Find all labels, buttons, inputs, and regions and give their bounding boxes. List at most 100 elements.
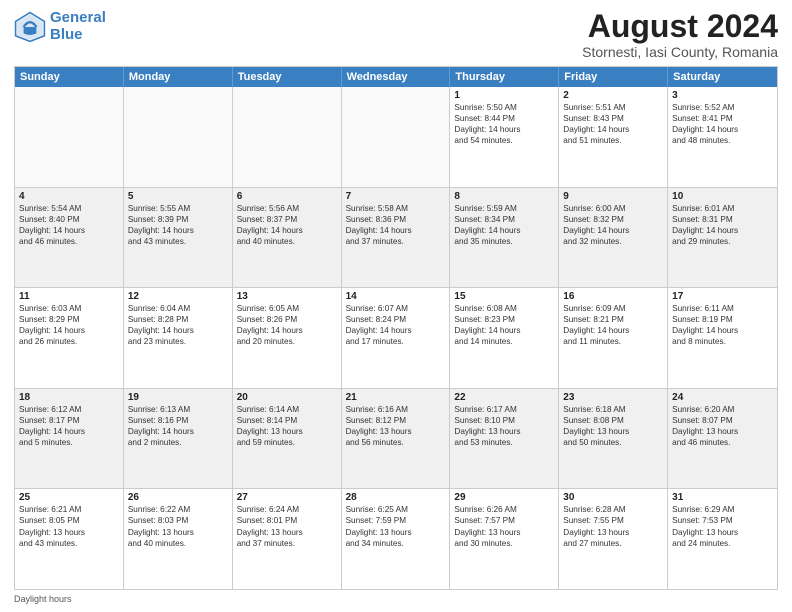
day-number: 15	[454, 291, 554, 302]
calendar-body: 1Sunrise: 5:50 AM Sunset: 8:44 PM Daylig…	[15, 87, 777, 589]
footer-note: Daylight hours	[14, 594, 778, 604]
day-number: 8	[454, 191, 554, 202]
day-cell-7: 7Sunrise: 5:58 AM Sunset: 8:36 PM Daylig…	[342, 188, 451, 288]
empty-cell	[342, 87, 451, 187]
day-info: Sunrise: 6:11 AM Sunset: 8:19 PM Dayligh…	[672, 303, 773, 347]
day-number: 18	[19, 392, 119, 403]
day-cell-18: 18Sunrise: 6:12 AM Sunset: 8:17 PM Dayli…	[15, 389, 124, 489]
day-cell-14: 14Sunrise: 6:07 AM Sunset: 8:24 PM Dayli…	[342, 288, 451, 388]
day-cell-11: 11Sunrise: 6:03 AM Sunset: 8:29 PM Dayli…	[15, 288, 124, 388]
day-number: 30	[563, 492, 663, 503]
empty-cell	[124, 87, 233, 187]
day-number: 27	[237, 492, 337, 503]
day-number: 23	[563, 392, 663, 403]
day-header-tuesday: Tuesday	[233, 67, 342, 87]
calendar-week-3: 11Sunrise: 6:03 AM Sunset: 8:29 PM Dayli…	[15, 287, 777, 388]
day-cell-31: 31Sunrise: 6:29 AM Sunset: 7:53 PM Dayli…	[668, 489, 777, 589]
day-info: Sunrise: 5:56 AM Sunset: 8:37 PM Dayligh…	[237, 203, 337, 247]
day-cell-20: 20Sunrise: 6:14 AM Sunset: 8:14 PM Dayli…	[233, 389, 342, 489]
day-cell-16: 16Sunrise: 6:09 AM Sunset: 8:21 PM Dayli…	[559, 288, 668, 388]
day-number: 28	[346, 492, 446, 503]
day-cell-2: 2Sunrise: 5:51 AM Sunset: 8:43 PM Daylig…	[559, 87, 668, 187]
day-info: Sunrise: 6:21 AM Sunset: 8:05 PM Dayligh…	[19, 504, 119, 548]
day-info: Sunrise: 6:07 AM Sunset: 8:24 PM Dayligh…	[346, 303, 446, 347]
day-info: Sunrise: 6:01 AM Sunset: 8:31 PM Dayligh…	[672, 203, 773, 247]
day-cell-8: 8Sunrise: 5:59 AM Sunset: 8:34 PM Daylig…	[450, 188, 559, 288]
calendar: SundayMondayTuesdayWednesdayThursdayFrid…	[14, 66, 778, 590]
day-number: 26	[128, 492, 228, 503]
day-number: 11	[19, 291, 119, 302]
calendar-header: SundayMondayTuesdayWednesdayThursdayFrid…	[15, 67, 777, 87]
logo-text: General Blue	[50, 10, 106, 43]
day-number: 20	[237, 392, 337, 403]
day-number: 22	[454, 392, 554, 403]
day-cell-22: 22Sunrise: 6:17 AM Sunset: 8:10 PM Dayli…	[450, 389, 559, 489]
day-cell-17: 17Sunrise: 6:11 AM Sunset: 8:19 PM Dayli…	[668, 288, 777, 388]
day-cell-30: 30Sunrise: 6:28 AM Sunset: 7:55 PM Dayli…	[559, 489, 668, 589]
day-number: 5	[128, 191, 228, 202]
day-cell-23: 23Sunrise: 6:18 AM Sunset: 8:08 PM Dayli…	[559, 389, 668, 489]
day-info: Sunrise: 6:22 AM Sunset: 8:03 PM Dayligh…	[128, 504, 228, 548]
calendar-week-1: 1Sunrise: 5:50 AM Sunset: 8:44 PM Daylig…	[15, 87, 777, 187]
empty-cell	[233, 87, 342, 187]
day-number: 19	[128, 392, 228, 403]
sub-title: Stornesti, Iasi County, Romania	[582, 44, 778, 60]
day-info: Sunrise: 6:04 AM Sunset: 8:28 PM Dayligh…	[128, 303, 228, 347]
day-number: 25	[19, 492, 119, 503]
day-cell-3: 3Sunrise: 5:52 AM Sunset: 8:41 PM Daylig…	[668, 87, 777, 187]
day-info: Sunrise: 6:13 AM Sunset: 8:16 PM Dayligh…	[128, 404, 228, 448]
title-block: August 2024 Stornesti, Iasi County, Roma…	[582, 10, 778, 60]
day-info: Sunrise: 6:14 AM Sunset: 8:14 PM Dayligh…	[237, 404, 337, 448]
day-cell-9: 9Sunrise: 6:00 AM Sunset: 8:32 PM Daylig…	[559, 188, 668, 288]
day-cell-26: 26Sunrise: 6:22 AM Sunset: 8:03 PM Dayli…	[124, 489, 233, 589]
day-cell-5: 5Sunrise: 5:55 AM Sunset: 8:39 PM Daylig…	[124, 188, 233, 288]
day-info: Sunrise: 6:05 AM Sunset: 8:26 PM Dayligh…	[237, 303, 337, 347]
day-header-sunday: Sunday	[15, 67, 124, 87]
day-cell-10: 10Sunrise: 6:01 AM Sunset: 8:31 PM Dayli…	[668, 188, 777, 288]
logo: General Blue	[14, 10, 106, 43]
day-info: Sunrise: 6:16 AM Sunset: 8:12 PM Dayligh…	[346, 404, 446, 448]
calendar-week-4: 18Sunrise: 6:12 AM Sunset: 8:17 PM Dayli…	[15, 388, 777, 489]
day-info: Sunrise: 5:50 AM Sunset: 8:44 PM Dayligh…	[454, 102, 554, 146]
logo-icon	[14, 11, 46, 43]
day-number: 12	[128, 291, 228, 302]
day-info: Sunrise: 5:59 AM Sunset: 8:34 PM Dayligh…	[454, 203, 554, 247]
day-cell-4: 4Sunrise: 5:54 AM Sunset: 8:40 PM Daylig…	[15, 188, 124, 288]
day-number: 10	[672, 191, 773, 202]
calendar-week-2: 4Sunrise: 5:54 AM Sunset: 8:40 PM Daylig…	[15, 187, 777, 288]
day-number: 7	[346, 191, 446, 202]
day-info: Sunrise: 6:17 AM Sunset: 8:10 PM Dayligh…	[454, 404, 554, 448]
day-cell-19: 19Sunrise: 6:13 AM Sunset: 8:16 PM Dayli…	[124, 389, 233, 489]
day-cell-15: 15Sunrise: 6:08 AM Sunset: 8:23 PM Dayli…	[450, 288, 559, 388]
calendar-week-5: 25Sunrise: 6:21 AM Sunset: 8:05 PM Dayli…	[15, 488, 777, 589]
day-cell-24: 24Sunrise: 6:20 AM Sunset: 8:07 PM Dayli…	[668, 389, 777, 489]
day-info: Sunrise: 6:03 AM Sunset: 8:29 PM Dayligh…	[19, 303, 119, 347]
day-number: 4	[19, 191, 119, 202]
main-title: August 2024	[582, 10, 778, 42]
day-info: Sunrise: 5:52 AM Sunset: 8:41 PM Dayligh…	[672, 102, 773, 146]
day-info: Sunrise: 6:26 AM Sunset: 7:57 PM Dayligh…	[454, 504, 554, 548]
day-number: 16	[563, 291, 663, 302]
day-number: 6	[237, 191, 337, 202]
day-info: Sunrise: 6:28 AM Sunset: 7:55 PM Dayligh…	[563, 504, 663, 548]
logo-general: General	[50, 9, 106, 26]
day-number: 9	[563, 191, 663, 202]
day-cell-6: 6Sunrise: 5:56 AM Sunset: 8:37 PM Daylig…	[233, 188, 342, 288]
day-number: 3	[672, 90, 773, 101]
day-cell-21: 21Sunrise: 6:16 AM Sunset: 8:12 PM Dayli…	[342, 389, 451, 489]
day-header-monday: Monday	[124, 67, 233, 87]
day-cell-25: 25Sunrise: 6:21 AM Sunset: 8:05 PM Dayli…	[15, 489, 124, 589]
day-info: Sunrise: 6:18 AM Sunset: 8:08 PM Dayligh…	[563, 404, 663, 448]
day-info: Sunrise: 6:20 AM Sunset: 8:07 PM Dayligh…	[672, 404, 773, 448]
day-number: 17	[672, 291, 773, 302]
day-info: Sunrise: 6:25 AM Sunset: 7:59 PM Dayligh…	[346, 504, 446, 548]
day-info: Sunrise: 6:24 AM Sunset: 8:01 PM Dayligh…	[237, 504, 337, 548]
day-number: 1	[454, 90, 554, 101]
day-cell-12: 12Sunrise: 6:04 AM Sunset: 8:28 PM Dayli…	[124, 288, 233, 388]
day-info: Sunrise: 6:09 AM Sunset: 8:21 PM Dayligh…	[563, 303, 663, 347]
day-info: Sunrise: 6:08 AM Sunset: 8:23 PM Dayligh…	[454, 303, 554, 347]
day-cell-1: 1Sunrise: 5:50 AM Sunset: 8:44 PM Daylig…	[450, 87, 559, 187]
day-cell-13: 13Sunrise: 6:05 AM Sunset: 8:26 PM Dayli…	[233, 288, 342, 388]
day-header-thursday: Thursday	[450, 67, 559, 87]
day-info: Sunrise: 5:54 AM Sunset: 8:40 PM Dayligh…	[19, 203, 119, 247]
